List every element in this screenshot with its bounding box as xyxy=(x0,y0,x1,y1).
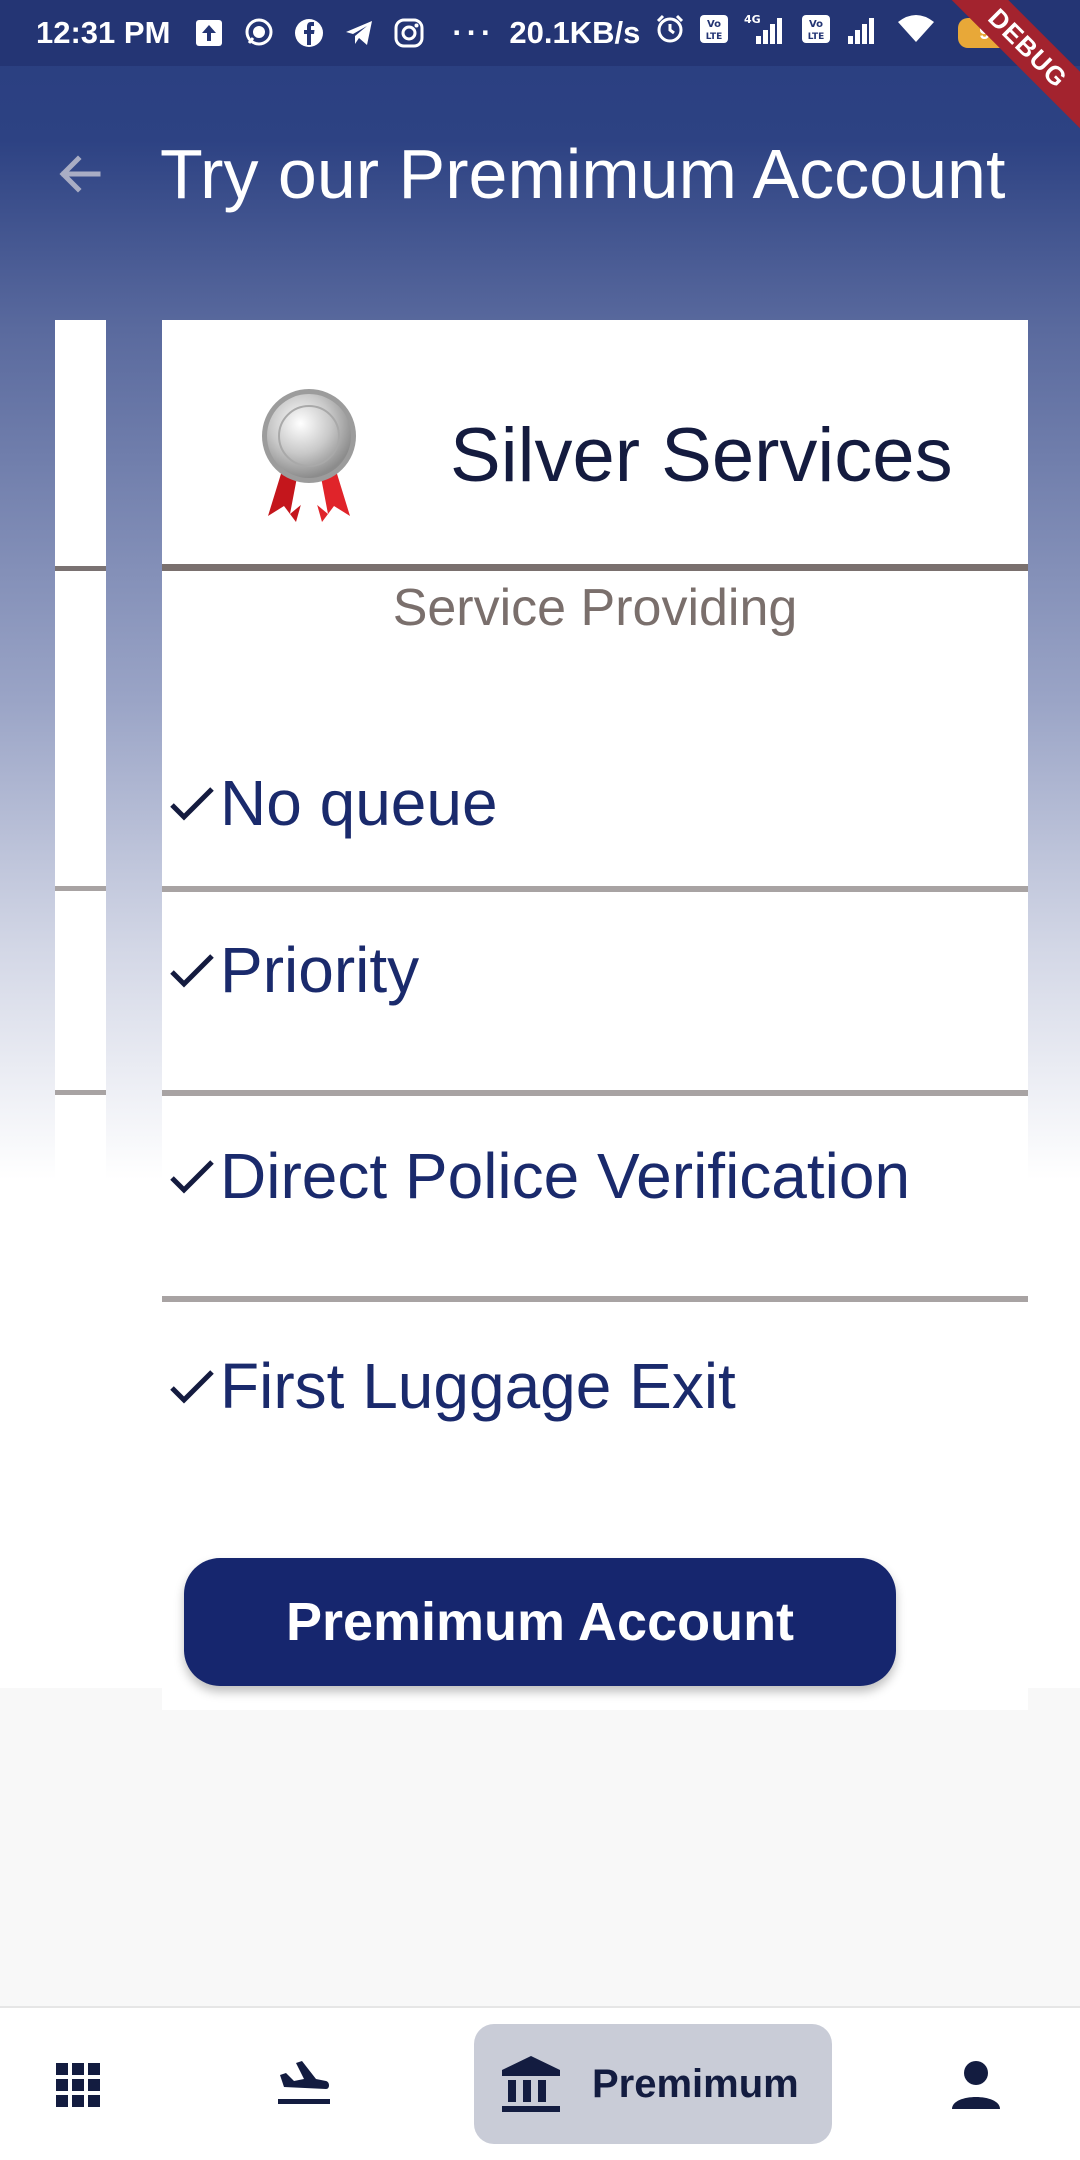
check-icon xyxy=(170,1160,214,1194)
svg-text:4G: 4G xyxy=(744,13,761,26)
feature-item: Direct Police Verification xyxy=(162,1106,1028,1246)
facebook-icon xyxy=(292,16,326,50)
back-button[interactable] xyxy=(50,144,110,204)
bottom-navigation: Premimum xyxy=(0,2006,1080,2160)
nav-item-profile[interactable] xyxy=(930,2008,1022,2160)
feature-label: First Luggage Exit xyxy=(220,1350,736,1422)
svg-text:LTE: LTE xyxy=(808,32,825,42)
signal-icon xyxy=(844,12,884,54)
header-divider xyxy=(162,564,1028,571)
nav-item-apps[interactable] xyxy=(30,2008,126,2160)
content-background xyxy=(0,1688,1080,2006)
check-icon xyxy=(170,954,214,988)
bank-icon xyxy=(502,2056,560,2112)
tier-title: Silver Services xyxy=(450,413,953,498)
plan-card: Silver Services Service Providing No que… xyxy=(162,320,1028,1710)
premium-account-button[interactable]: Premimum Account xyxy=(184,1558,896,1686)
apps-grid-icon xyxy=(56,2063,100,2107)
feature-divider xyxy=(162,1090,1028,1096)
telegram-icon xyxy=(342,16,376,50)
flight-land-icon xyxy=(278,2061,330,2104)
chat-bubble-icon xyxy=(242,16,276,50)
divider xyxy=(55,566,106,571)
check-icon xyxy=(170,787,214,821)
volte-icon-2: Vo LTE xyxy=(800,13,832,53)
feature-label: No queue xyxy=(220,767,498,839)
signal-4g-icon: 4G xyxy=(742,12,788,54)
wifi-icon xyxy=(896,12,936,54)
feature-item: Priority xyxy=(162,900,1028,1040)
instagram-icon xyxy=(392,16,426,50)
divider xyxy=(55,886,106,891)
previous-plan-card[interactable] xyxy=(55,320,106,1180)
feature-item: First Luggage Exit xyxy=(162,1316,1028,1456)
svg-text:Vo: Vo xyxy=(707,19,721,30)
divider xyxy=(55,1090,106,1095)
plan-card-header: Silver Services xyxy=(162,320,1028,568)
check-icon xyxy=(170,1370,214,1404)
feature-divider xyxy=(162,1296,1028,1302)
feature-label: Direct Police Verification xyxy=(220,1140,911,1212)
svg-text:Vo: Vo xyxy=(809,19,823,30)
nav-item-flights[interactable] xyxy=(254,2008,354,2160)
person-icon xyxy=(952,2061,1000,2109)
arrow-left-icon xyxy=(59,155,101,193)
feature-divider xyxy=(162,886,1028,892)
volte-icon: Vo LTE xyxy=(698,13,730,53)
nav-label-premium: Premimum xyxy=(592,2061,799,2106)
app-bar: Try our Premimum Account xyxy=(0,66,1080,280)
nav-item-premium[interactable]: Premimum xyxy=(474,2024,832,2144)
page-title: Try our Premimum Account xyxy=(160,135,1006,213)
section-label: Service Providing xyxy=(392,579,798,637)
svg-text:LTE: LTE xyxy=(706,32,723,42)
feature-label: Priority xyxy=(220,934,420,1006)
silver-medal-icon xyxy=(262,389,356,522)
more-notifications: ··· xyxy=(452,15,496,50)
upload-icon xyxy=(192,16,226,50)
network-speed: 20.1KB/s xyxy=(509,15,641,50)
status-bar: 12:31 PM ··· 20.1KB/s Vo LTE 4G Vo LTE D… xyxy=(0,0,1080,140)
alarm-icon xyxy=(654,13,686,53)
status-time: 12:31 PM xyxy=(36,15,171,50)
feature-item: No queue xyxy=(162,734,1028,872)
